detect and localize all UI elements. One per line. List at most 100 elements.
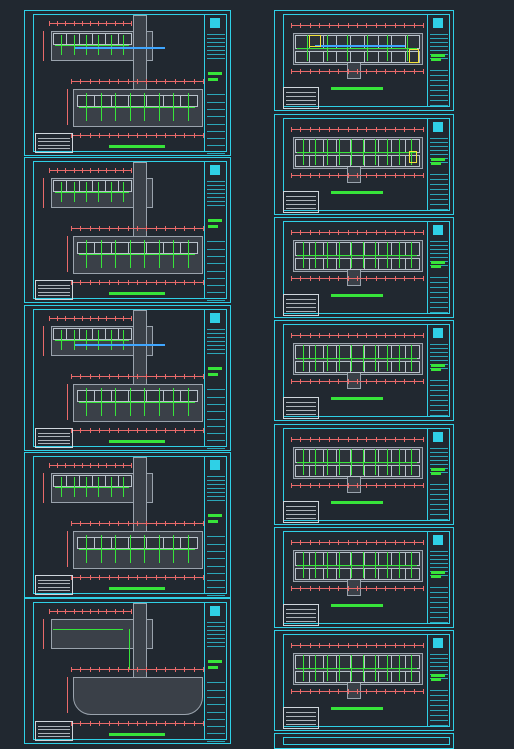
legend-row <box>38 729 70 731</box>
plan-room <box>322 51 338 63</box>
dimension-tick <box>338 483 340 488</box>
legend-row <box>286 716 316 717</box>
dimension-tick <box>49 609 50 614</box>
title-block-stamp <box>431 368 441 371</box>
dimension-tick <box>309 333 311 338</box>
dimension-tick <box>155 428 157 433</box>
dimension-tick <box>319 230 321 235</box>
dimension-tick <box>404 437 406 442</box>
title-block-rule <box>207 630 225 631</box>
drawing-sheet[interactable] <box>24 305 231 451</box>
dimension-tick <box>385 689 387 694</box>
dimension-tick <box>127 374 129 379</box>
plan-room <box>53 33 67 45</box>
dimension-tick <box>174 575 176 580</box>
dimension-tick <box>375 540 377 545</box>
dimension-tick <box>80 133 82 138</box>
title-block-rule <box>207 634 225 635</box>
plan-room <box>377 671 393 683</box>
dimension-tick <box>357 23 358 28</box>
dimension-tick <box>309 483 311 488</box>
title-block-rule <box>430 460 448 461</box>
title-block-rule <box>430 405 448 406</box>
drawing-sheet[interactable] <box>274 320 454 421</box>
dimension-tick <box>71 521 72 526</box>
title-block-stamp <box>431 54 445 57</box>
dimension-tick <box>146 133 148 138</box>
dimension-tick <box>366 127 368 132</box>
dimension-tick <box>165 374 167 379</box>
drawing-sheet[interactable] <box>274 114 454 215</box>
dimension-line <box>43 178 44 208</box>
dimension-tick <box>108 428 110 433</box>
plan-room <box>94 537 113 549</box>
dimension-tick <box>81 168 83 173</box>
dimension-line <box>43 326 44 356</box>
drawing-sheet[interactable] <box>274 527 454 628</box>
plan-room <box>405 345 420 359</box>
drawing-sheet[interactable] <box>274 733 454 749</box>
legend-row <box>38 725 70 727</box>
drawing-sheet[interactable] <box>274 217 454 318</box>
dimension-tick <box>108 226 110 231</box>
dimension-tick <box>394 69 396 74</box>
title-block-stamp <box>208 78 218 81</box>
dimension-tick <box>73 168 75 173</box>
title-block-rule <box>207 46 225 47</box>
dimension-tick <box>309 173 311 178</box>
drawing-sheet[interactable] <box>24 157 231 303</box>
plan-room <box>94 390 113 402</box>
title-block-rule <box>430 602 448 603</box>
dimension-tick <box>118 428 120 433</box>
legend-row <box>286 92 316 93</box>
title-block-rule <box>430 524 448 525</box>
dimension-tick <box>309 127 311 132</box>
title-block-rule <box>430 241 448 242</box>
title-block-rule <box>430 519 448 520</box>
dimension-tick <box>347 437 349 442</box>
dimension-tick <box>155 280 157 285</box>
title-block-rule <box>207 94 225 95</box>
drawing-sheet[interactable] <box>274 630 454 731</box>
title-block-rule <box>430 146 448 147</box>
legend-row <box>38 579 70 581</box>
title-block-rule <box>207 349 225 350</box>
dimension-tick <box>174 226 176 231</box>
drawing-sheet[interactable] <box>24 10 231 156</box>
dimension-tick <box>319 69 321 74</box>
sheet-title-bar <box>331 604 383 607</box>
drawing-sheet[interactable] <box>24 452 231 598</box>
dimension-tick <box>366 540 368 545</box>
title-block-rule <box>430 385 448 386</box>
dimension-tick <box>99 667 101 672</box>
legend-row <box>38 586 70 588</box>
title-block-rule <box>207 566 225 567</box>
sheet-legend-table <box>283 604 319 626</box>
drawing-sheet[interactable] <box>24 598 231 744</box>
title-block-rule <box>207 500 225 501</box>
drawing-sheet[interactable] <box>274 10 454 111</box>
sheet-title-block <box>427 531 450 628</box>
plan-room <box>179 390 198 402</box>
drawing-sheet[interactable] <box>274 424 454 525</box>
pipe-main <box>79 254 195 255</box>
dimension-tick <box>423 586 424 591</box>
plan-room <box>405 655 420 669</box>
cad-drawing-canvas[interactable] <box>0 0 514 749</box>
title-block-rule <box>207 189 225 190</box>
plan-room <box>363 242 379 256</box>
plan-room <box>308 242 324 256</box>
dimension-tick <box>347 643 349 648</box>
legend-row <box>38 144 70 146</box>
dimension-tick <box>375 276 377 281</box>
square-logo-icon <box>433 432 443 442</box>
dimension-tick <box>137 521 138 526</box>
dimension-tick <box>49 21 50 26</box>
plan-room <box>111 390 130 402</box>
title-block-stamp <box>208 666 218 669</box>
dimension-tick <box>357 173 358 178</box>
pipe-main <box>297 48 417 49</box>
dimension-tick <box>423 230 424 235</box>
plan-room <box>145 537 164 549</box>
title-block-stamp <box>208 72 222 75</box>
